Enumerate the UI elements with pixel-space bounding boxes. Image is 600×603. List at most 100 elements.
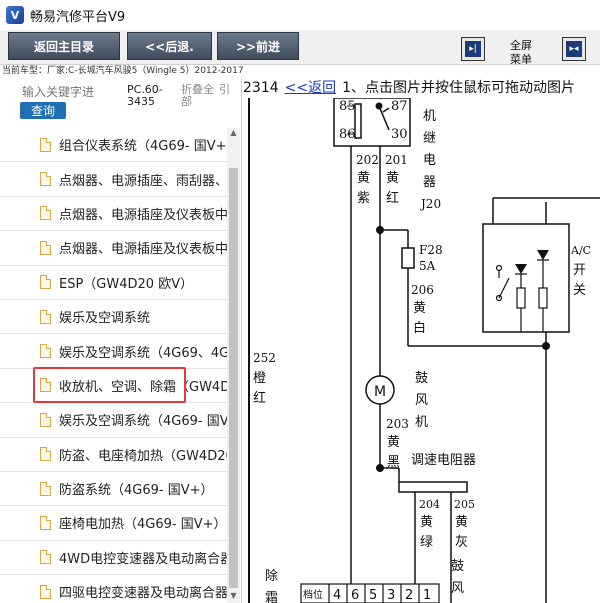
tree-item-label: 4WD电控变速器及电动离合器: [59, 551, 234, 567]
ac-switch-label: 关: [573, 283, 586, 298]
tree-item[interactable]: 娱乐及空调系统（4G69- 国V: [0, 403, 236, 438]
defrost-label: 除: [265, 569, 278, 584]
tree-item-label: 点烟器、电源插座及仪表板中: [59, 242, 229, 258]
tree-item-label: 点烟器、电源插座及仪表板中: [59, 207, 229, 223]
document-icon: [40, 344, 51, 359]
extra-label: 引: [219, 83, 230, 96]
expand-button[interactable]: ▸◂: [562, 37, 586, 61]
search-area: 查询 PC.60-3435 折叠全部 引: [0, 78, 241, 128]
tree-item[interactable]: 点烟器、电源插座、雨刮器、: [0, 162, 236, 197]
gear-value: 1: [423, 588, 431, 603]
wiring-diagram[interactable]: 85 87 86 30 机 继 电 器 J20 202 黄 紫 201 黄 红 …: [243, 98, 600, 603]
tree-item[interactable]: 防盗、电座椅加热（GW4D20: [0, 438, 236, 472]
blower-switch-label: 风: [451, 581, 464, 596]
document-icon: [40, 137, 51, 152]
left-panel: 查询 PC.60-3435 折叠全部 引 组合仪表系统（4G69- 国V+） 点…: [0, 78, 242, 603]
wire-204-color: 绿: [420, 535, 433, 550]
document-icon: [40, 584, 51, 599]
document-icon: [40, 206, 51, 221]
relay-label-char: 电: [423, 153, 436, 168]
tree-item-label: 组合仪表系统（4G69- 国V+）: [59, 139, 236, 155]
home-button[interactable]: 返回主目录: [8, 32, 120, 60]
gear-value: 3: [387, 588, 395, 603]
collapse-icon: ▸|: [465, 41, 481, 57]
title-bar: V 畅易汽修平台V9: [0, 0, 600, 30]
page-number: 2314: [243, 80, 279, 96]
fuse-label: F28: [419, 243, 443, 257]
wire-201-color: 红: [386, 190, 399, 206]
document-icon: [40, 515, 51, 530]
document-icon: [40, 172, 51, 187]
tree-item[interactable]: 防盗系统（4G69- 国V+）: [0, 472, 236, 507]
document-icon: [40, 275, 51, 290]
tree-item[interactable]: ESP（GW4D20 欧V）: [0, 266, 236, 300]
tree-item[interactable]: 组合仪表系统（4G69- 国V+）: [0, 128, 236, 163]
tree-item-label: 防盗、电座椅加热（GW4D20: [59, 448, 234, 464]
gear-label: 档位: [303, 588, 323, 601]
back-button[interactable]: <<后退.: [127, 32, 212, 60]
document-icon: [40, 481, 51, 496]
ac-switch-box: [482, 223, 570, 333]
search-button[interactable]: 查询: [20, 102, 66, 119]
tree-item[interactable]: 座椅电加热（4G69- 国V+）: [0, 506, 236, 541]
fuse-rating: 5A: [419, 259, 436, 273]
diagram-viewer: 2314 <<返回 1、点击图片并按住鼠标可拖动动图片 85 87 86 30 机 …: [243, 78, 600, 603]
pc-code-label: PC.60-3435: [127, 83, 163, 108]
tree-item-label: 娱乐及空调系统（4G69、4G: [59, 345, 230, 361]
ac-indicator-led-icon: [537, 250, 549, 260]
wire-252-color: 橙: [253, 371, 266, 386]
tree-item[interactable]: 娱乐及空调系统（4G69、4G: [0, 334, 236, 369]
relay-label-char: 机: [423, 109, 436, 124]
scroll-down-icon[interactable]: ▼: [227, 591, 240, 603]
fullscreen-menu-label[interactable]: 全屏 菜单: [501, 39, 541, 67]
ac-indicator-led-icon: [515, 264, 527, 274]
wire-206-color: 白: [413, 320, 426, 336]
ac-switch-contact: [495, 264, 503, 272]
tree-item-label: 点烟器、电源插座、雨刮器、: [59, 173, 229, 189]
defrost-label: 霜: [265, 591, 278, 603]
tree-item[interactable]: 点烟器、电源插座及仪表板中: [0, 231, 236, 266]
fold-all-button[interactable]: 折叠全部: [181, 84, 217, 108]
wire-252-color: 红: [253, 390, 266, 406]
tree-item[interactable]: 收放机、空调、除霜（GW4D2: [0, 369, 236, 404]
blower-switch-label: 鼓: [451, 559, 464, 574]
wire-204-color: 黄: [420, 515, 433, 530]
tree-item[interactable]: 点烟器、电源插座及仪表板中: [0, 197, 236, 232]
app-logo-icon: V: [6, 6, 24, 24]
wire-202-number: 202: [356, 153, 379, 167]
wire-204-number: 204: [419, 498, 440, 511]
wire-202-color: 黄: [357, 171, 370, 186]
motor-symbol: M: [374, 384, 386, 400]
tree-item[interactable]: 四驱电控变速器及电动离合器: [0, 575, 236, 603]
keyword-input[interactable]: [18, 82, 122, 102]
tree-item[interactable]: 4WD电控变速器及电动离合器: [0, 541, 236, 576]
document-icon: [40, 240, 51, 255]
gear-value: 4: [333, 588, 341, 603]
speed-resistor-label: 调速电阻器: [411, 453, 476, 468]
viewer-header: 2314 <<返回 1、点击图片并按住鼠标可拖动动图片: [243, 78, 600, 98]
relay-label-char: 器: [423, 175, 436, 190]
relay-label-code: J20: [419, 197, 441, 211]
wire-206-color: 黄: [413, 301, 426, 316]
tree-item-label: 座椅电加热（4G69- 国V+）: [59, 517, 227, 533]
tree-scrollbar[interactable]: [227, 128, 240, 603]
relay-pin-87: 87: [391, 99, 408, 114]
tree-item-label: 收放机、空调、除霜（GW4D2: [59, 379, 236, 395]
scroll-up-icon[interactable]: ▲: [227, 128, 240, 140]
tree-item-selected[interactable]: 娱乐及空调系统: [0, 300, 236, 335]
relay-pin-30: 30: [391, 127, 408, 142]
wire-203-color: 黄: [387, 435, 400, 450]
relay-label-char: 继: [423, 131, 436, 146]
forward-button[interactable]: >>前进: [217, 32, 299, 60]
scrollbar-thumb[interactable]: [229, 168, 238, 588]
relay-contact-tip: [382, 107, 390, 113]
ac-resistor: [538, 287, 548, 309]
back-link[interactable]: <<返回: [285, 80, 336, 96]
gear-value: 2: [405, 588, 413, 603]
wire-206-number: 206: [411, 283, 434, 297]
wire-252-number: 252: [253, 351, 276, 365]
app-title: 畅易汽修平台V9: [30, 9, 126, 25]
collapse-button[interactable]: ▸|: [461, 37, 485, 61]
document-icon: [40, 550, 51, 565]
wire-202-color: 紫: [357, 191, 370, 206]
